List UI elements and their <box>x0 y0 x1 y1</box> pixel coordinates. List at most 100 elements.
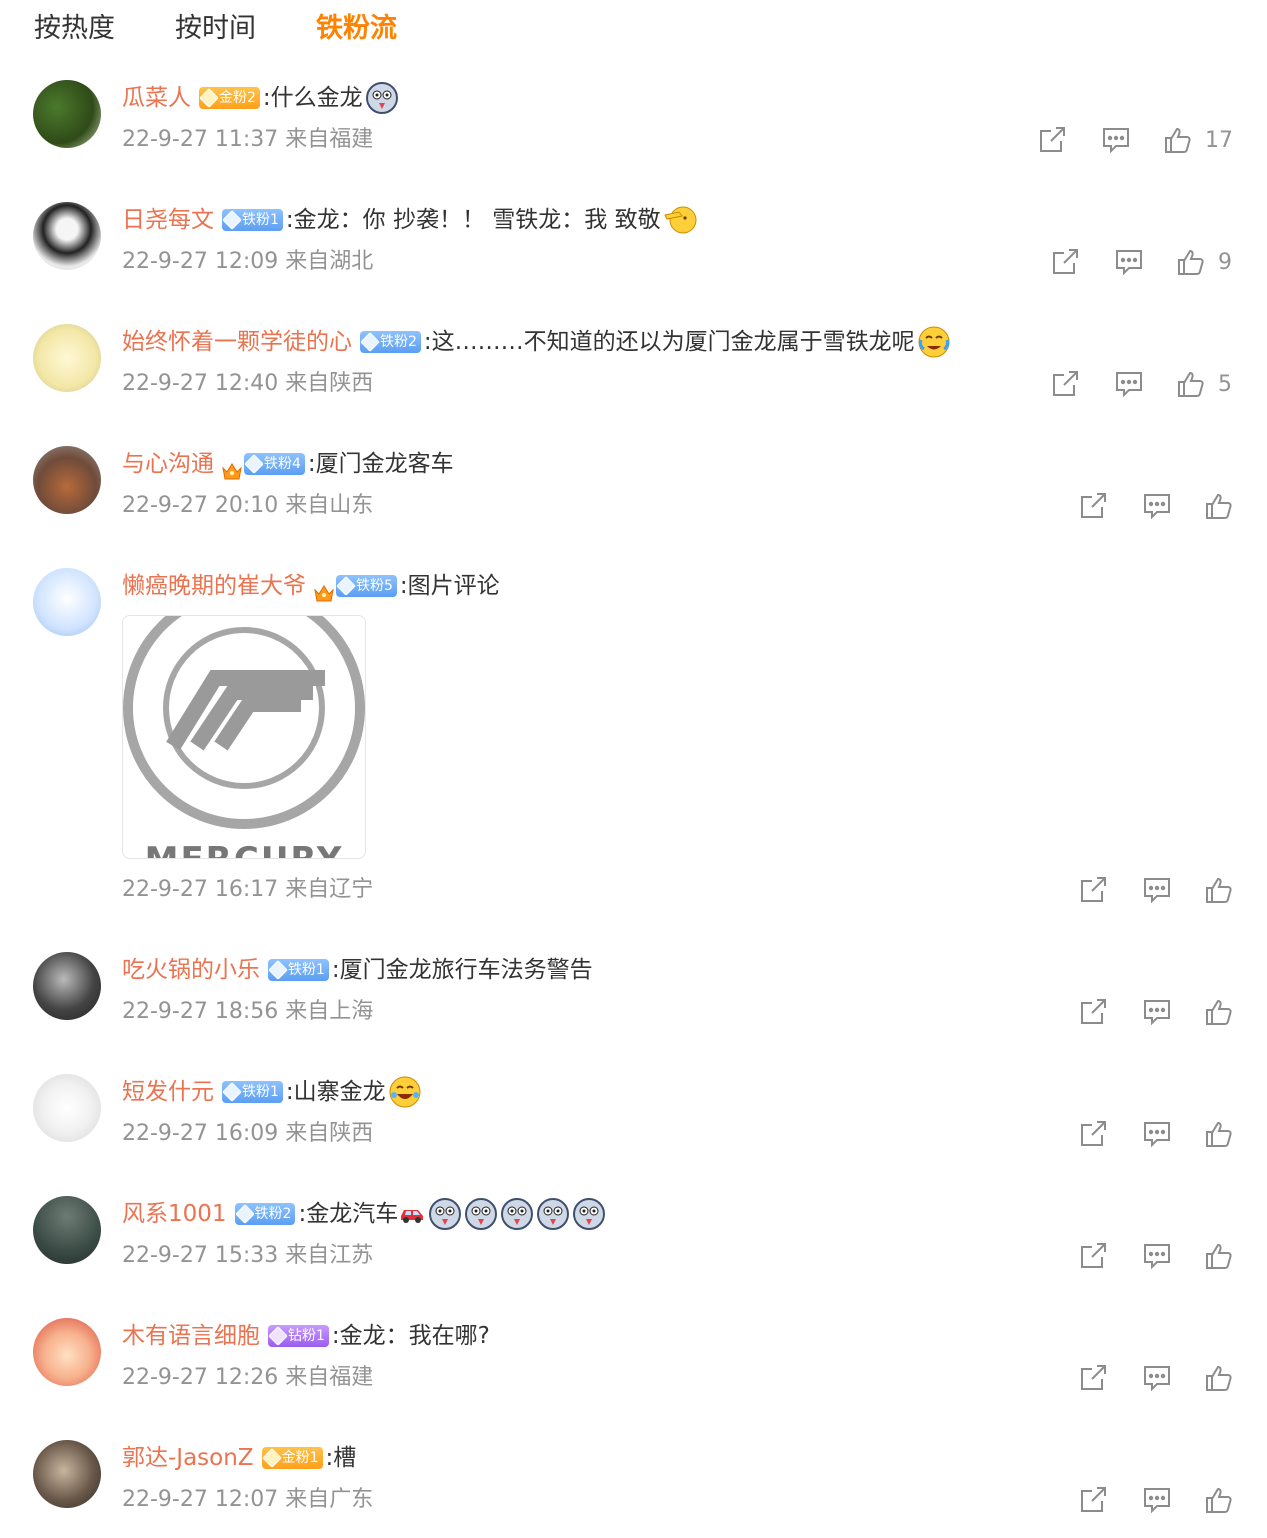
dog-emoji-icon <box>572 1197 606 1231</box>
fan-badge[interactable]: 铁粉1 <box>222 1081 283 1103</box>
comment-icon[interactable] <box>1141 1484 1173 1516</box>
username-link[interactable]: 日尧每文 <box>122 202 214 238</box>
dog-emoji-icon <box>500 1197 534 1231</box>
comment-text: :什么金龙 <box>262 85 363 111</box>
share-icon[interactable] <box>1077 1362 1109 1394</box>
gem-icon <box>360 332 380 352</box>
comment-icon[interactable] <box>1100 124 1132 156</box>
comment-icon[interactable] <box>1141 996 1173 1028</box>
username-link[interactable]: 木有语言细胞 <box>122 1318 260 1354</box>
comment-text: :厦门金龙客车 <box>307 451 454 477</box>
avatar[interactable] <box>33 446 101 514</box>
fan-badge[interactable]: 铁粉4 <box>244 453 305 475</box>
comment-text: :图片评论 <box>399 573 500 599</box>
fan-badge[interactable]: 铁粉5 <box>336 575 397 597</box>
avatar[interactable] <box>33 1074 101 1142</box>
comment-meta: 22-9-27 12:07 来自广东 <box>122 1487 374 1512</box>
fan-badge[interactable]: 铁粉2 <box>234 1203 296 1225</box>
fan-badge[interactable]: 钻粉1 <box>268 1325 329 1347</box>
fan-badge[interactable]: 铁粉1 <box>268 959 329 981</box>
comment-icon[interactable] <box>1113 246 1145 278</box>
share-icon[interactable] <box>1077 996 1109 1028</box>
username-link[interactable]: 与心沟通 <box>122 446 214 482</box>
comment-icon[interactable] <box>1113 368 1145 400</box>
like-icon <box>1204 1241 1234 1271</box>
fan-badge[interactable]: 铁粉1 <box>222 209 283 231</box>
username-link[interactable]: 吃火锅的小乐 <box>122 952 260 988</box>
comment-meta: 22-9-27 11:37 来自福建 <box>122 127 374 152</box>
like-button[interactable] <box>1204 1119 1234 1149</box>
comment-text: :槽 <box>325 1445 357 1471</box>
comment-image[interactable]: MERCURY <box>122 615 366 859</box>
comment-meta: 22-9-27 15:33 来自江苏 <box>122 1243 374 1268</box>
image-caption: MERCURY <box>123 840 365 858</box>
comment-actions <box>1077 1238 1234 1274</box>
tab-hot[interactable]: 按热度 <box>34 10 115 50</box>
avatar[interactable] <box>33 952 101 1020</box>
comment-icon[interactable] <box>1141 490 1173 522</box>
avatar[interactable] <box>33 568 101 636</box>
share-icon[interactable] <box>1077 1484 1109 1516</box>
comment-icon[interactable] <box>1141 1362 1173 1394</box>
comment-line: 日尧每文 铁粉1 :金龙：你 抄袭！！ 雪铁龙：我 致敬 <box>122 202 697 238</box>
comment-line: 吃火锅的小乐 铁粉1:厦门金龙旅行车法务警告 <box>122 952 593 988</box>
tab-time[interactable]: 按时间 <box>175 10 256 50</box>
share-icon[interactable] <box>1049 368 1081 400</box>
comment-icon[interactable] <box>1141 1118 1173 1150</box>
crown-icon <box>222 455 242 480</box>
share-icon[interactable] <box>1036 124 1068 156</box>
gem-icon <box>234 1204 255 1224</box>
comment-text: :金龙：你 抄袭！！ 雪铁龙：我 致敬 <box>285 207 661 233</box>
gem-icon <box>268 960 288 980</box>
username-link[interactable]: 瓜菜人 <box>122 80 191 116</box>
tab-fans[interactable]: 铁粉流 <box>316 10 397 50</box>
comment-line: 短发什元 铁粉1:山寨金龙 <box>122 1074 422 1110</box>
avatar[interactable] <box>33 324 101 392</box>
username-link[interactable]: 郭达-JasonZ <box>122 1440 254 1476</box>
comment-line: 始终怀着一颗学徒的心 铁粉2:这………不知道的还以为厦门金龙属于雪铁龙呢 <box>122 324 951 360</box>
comment-text: :金龙：我在哪? <box>331 1323 490 1349</box>
like-button[interactable]: 17 <box>1163 125 1233 155</box>
fan-badge[interactable]: 铁粉2 <box>360 331 421 353</box>
share-icon[interactable] <box>1077 1240 1109 1272</box>
like-button[interactable] <box>1204 491 1234 521</box>
dog-emoji-icon <box>365 81 399 115</box>
like-button[interactable] <box>1204 1485 1234 1515</box>
username-link[interactable]: 短发什元 <box>122 1074 214 1110</box>
avatar[interactable] <box>33 80 101 148</box>
comment-line: 风系1001 铁粉2:金龙汽车 <box>122 1196 606 1232</box>
like-button[interactable] <box>1204 875 1234 905</box>
comment-actions <box>1077 1482 1234 1518</box>
avatar[interactable] <box>33 1318 101 1386</box>
comment-text: :山寨金龙 <box>285 1079 386 1105</box>
comment-meta: 22-9-27 12:26 来自福建 <box>122 1365 374 1390</box>
comment-icon[interactable] <box>1141 874 1173 906</box>
like-button[interactable]: 5 <box>1176 369 1232 399</box>
laugh-emoji-icon <box>388 1075 422 1109</box>
avatar[interactable] <box>33 1196 101 1264</box>
username-link[interactable]: 懒癌晚期的崔大爷 <box>122 568 306 604</box>
like-button[interactable] <box>1204 1363 1234 1393</box>
like-button[interactable] <box>1204 997 1234 1027</box>
badge-label: 铁粉1 <box>242 212 279 228</box>
comment-line: 郭达-JasonZ 金粉1:槽 <box>122 1440 356 1476</box>
share-icon[interactable] <box>1077 490 1109 522</box>
like-icon <box>1204 875 1234 905</box>
avatar[interactable] <box>33 202 101 270</box>
comment-line: 懒癌晚期的崔大爷 铁粉5 :图片评论 <box>122 568 500 604</box>
share-icon[interactable] <box>1049 246 1081 278</box>
avatar[interactable] <box>33 1440 101 1508</box>
username-link[interactable]: 始终怀着一颗学徒的心 <box>122 324 352 360</box>
like-button[interactable]: 9 <box>1176 247 1232 277</box>
badge-label: 金粉2 <box>219 90 256 106</box>
like-button[interactable] <box>1204 1241 1234 1271</box>
fan-badge[interactable]: 金粉1 <box>261 1447 323 1469</box>
username-link[interactable]: 风系1001 <box>122 1196 227 1232</box>
comment-actions <box>1077 872 1234 908</box>
share-icon[interactable] <box>1077 1118 1109 1150</box>
fan-badge[interactable]: 金粉2 <box>199 87 260 109</box>
cry-emoji-icon <box>917 325 951 359</box>
comment-icon[interactable] <box>1141 1240 1173 1272</box>
share-icon[interactable] <box>1077 874 1109 906</box>
badge-label: 铁粉5 <box>356 578 393 594</box>
